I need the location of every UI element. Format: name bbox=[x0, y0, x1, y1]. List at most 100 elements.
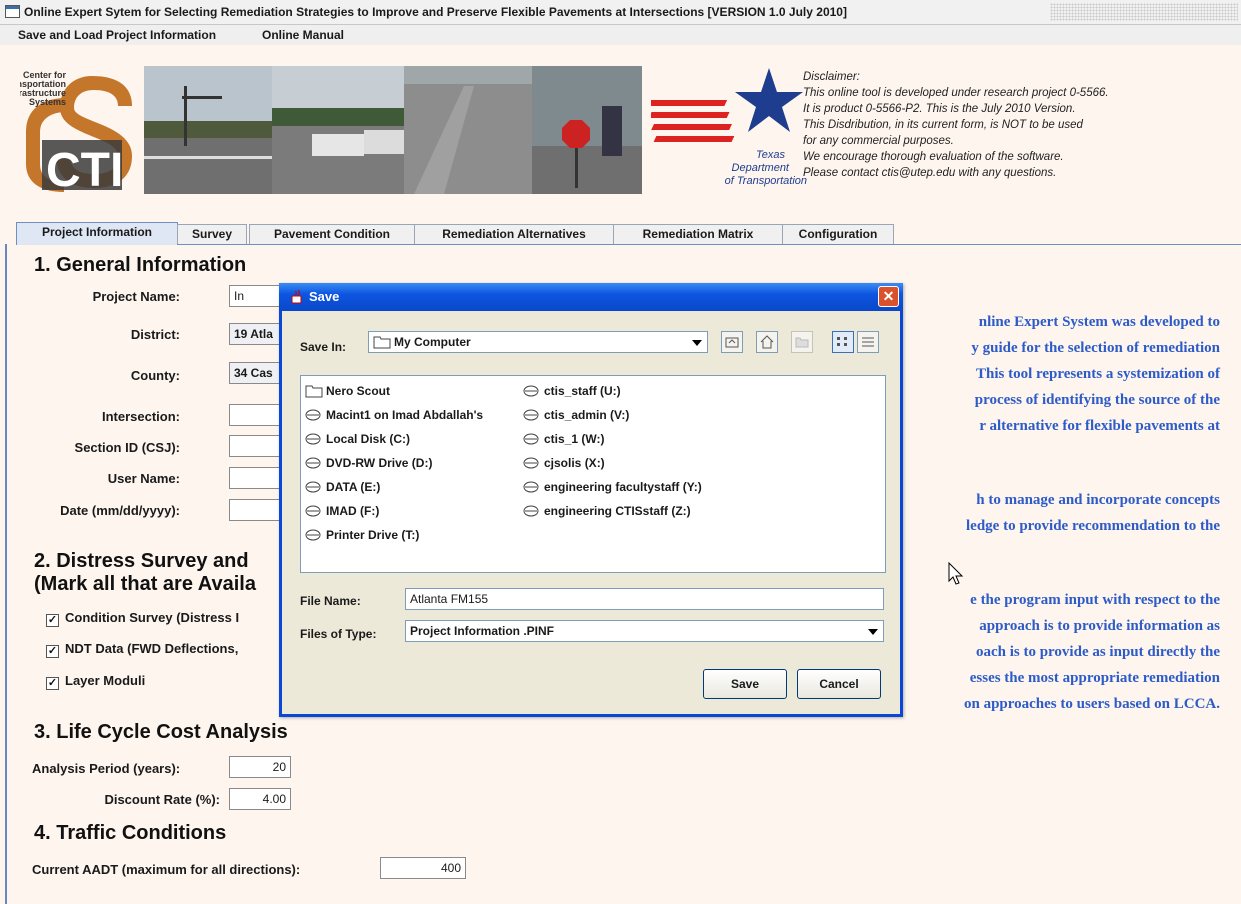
app-window: Online Expert Sytem for Selecting Remedi… bbox=[0, 0, 1241, 904]
disclaimer-line: We encourage thorough evaluation of the … bbox=[803, 151, 1064, 163]
tab-pavement-condition[interactable]: Pavement Condition bbox=[249, 224, 415, 244]
folder-icon bbox=[305, 385, 323, 398]
menu-save-load[interactable]: Save and Load Project Information bbox=[18, 28, 216, 42]
txdot-logo: Texas Department of Transportation bbox=[651, 68, 807, 187]
intersection-photo-1 bbox=[144, 66, 272, 194]
disclaimer-line: It is product 0-5566-P2. This is the Jul… bbox=[803, 103, 1076, 115]
chevron-down-icon bbox=[687, 332, 707, 352]
menu-online-manual[interactable]: Online Manual bbox=[262, 28, 344, 42]
file-label: Nero Scout bbox=[326, 384, 391, 398]
file-label: Macint1 on Imad Abdallah's bbox=[326, 408, 484, 422]
distress-heading-line1: 2. Distress Survey and bbox=[34, 550, 249, 572]
condition-survey-checkbox[interactable]: ✓ Condition Survey (Distress I bbox=[46, 610, 239, 627]
file-item[interactable]: ctis_1 (W:) bbox=[523, 432, 604, 446]
checkbox-label: Layer Moduli bbox=[65, 673, 146, 688]
file-item[interactable]: Nero Scout bbox=[305, 384, 390, 398]
file-type-label: Files of Type: bbox=[300, 627, 377, 641]
drive-icon bbox=[305, 433, 321, 445]
dialog-title: Save bbox=[309, 289, 340, 304]
disclaimer-line: for any commercial purposes. bbox=[803, 135, 954, 147]
traffic-heading: 4. Traffic Conditions bbox=[34, 822, 227, 844]
java-icon bbox=[291, 290, 302, 304]
drive-icon bbox=[305, 481, 321, 493]
save-button[interactable]: Save bbox=[703, 669, 787, 699]
file-label: ctis_1 (W:) bbox=[544, 432, 605, 446]
save-dialog: Save ✕ Save In: My Computer Nero Scout M… bbox=[279, 283, 903, 717]
file-item[interactable]: engineering CTISstaff (Z:) bbox=[523, 504, 691, 518]
lcca-heading: 3. Life Cycle Cost Analysis bbox=[34, 721, 288, 743]
analysis-period-label: Analysis Period (years): bbox=[32, 761, 181, 776]
intro-line: r alternative for flexible pavements at bbox=[979, 418, 1220, 434]
file-label: Printer Drive (T:) bbox=[326, 528, 420, 542]
discount-rate-input[interactable]: 4.00 bbox=[229, 788, 291, 810]
file-label: engineering facultystaff (Y:) bbox=[544, 480, 702, 494]
tab-survey[interactable]: Survey bbox=[177, 224, 247, 244]
ndt-data-checkbox[interactable]: ✓ NDT Data (FWD Deflections, bbox=[46, 641, 238, 658]
new-folder-button[interactable] bbox=[791, 331, 813, 353]
tab-project-information[interactable]: Project Information bbox=[16, 222, 178, 245]
disclaimer-line: Please contact ctis@utep.edu with any qu… bbox=[803, 167, 1057, 179]
tab-bar: Project Information Survey Pavement Cond… bbox=[16, 222, 1241, 245]
file-item[interactable]: cjsolis (X:) bbox=[523, 456, 605, 470]
drive-icon bbox=[305, 529, 321, 541]
file-name-input[interactable]: Atlanta FM155 bbox=[405, 588, 884, 610]
stop-sign-photo bbox=[532, 66, 642, 194]
up-folder-button[interactable] bbox=[721, 331, 743, 353]
aadt-label: Current AADT (maximum for all directions… bbox=[32, 862, 301, 877]
distress-heading-line2: (Mark all that are Availa bbox=[34, 573, 256, 595]
aadt-input[interactable]: 400 bbox=[380, 857, 466, 879]
new-folder-icon bbox=[795, 337, 809, 348]
tab-remediation-matrix[interactable]: Remediation Matrix bbox=[613, 224, 783, 244]
section-id-label: Section ID (CSJ): bbox=[74, 440, 180, 455]
dialog-title-bar: Save ✕ bbox=[279, 283, 903, 311]
home-button[interactable] bbox=[756, 331, 778, 353]
file-item[interactable]: DVD-RW Drive (D:) bbox=[305, 456, 432, 470]
file-item[interactable]: engineering facultystaff (Y:) bbox=[523, 480, 702, 494]
tab-remediation-alternatives[interactable]: Remediation Alternatives bbox=[414, 224, 614, 244]
district-label: District: bbox=[130, 327, 180, 342]
file-item[interactable]: Printer Drive (T:) bbox=[305, 528, 419, 542]
list-view-icon bbox=[837, 337, 847, 346]
drive-icon bbox=[305, 505, 321, 517]
txdot-line3: of Transportation bbox=[725, 175, 807, 187]
date-label: Date (mm/dd/yyyy): bbox=[60, 503, 180, 518]
disclaimer-line: This Disdribution, in its current form, … bbox=[803, 119, 1083, 131]
intro-line: esses the most appropriate remediation bbox=[969, 670, 1220, 686]
file-item[interactable]: Local Disk (C:) bbox=[305, 432, 410, 446]
discount-rate-label: Discount Rate (%): bbox=[104, 792, 220, 807]
check-icon: ✓ bbox=[46, 614, 59, 627]
intro-line: y guide for the selection of remediation bbox=[971, 340, 1220, 356]
disclaimer: Disclaimer: This online tool is develope… bbox=[803, 69, 1233, 181]
cancel-button[interactable]: Cancel bbox=[797, 669, 881, 699]
cti-logo-letters: CTI bbox=[46, 144, 123, 194]
file-label: ctis_admin (V:) bbox=[544, 408, 630, 422]
list-view-button[interactable] bbox=[832, 331, 854, 353]
file-item[interactable]: Macint1 on Imad Abdallah's bbox=[305, 408, 483, 422]
analysis-period-input[interactable]: 20 bbox=[229, 756, 291, 778]
mouse-pointer-icon bbox=[948, 562, 964, 585]
user-name-label: User Name: bbox=[107, 471, 180, 486]
drive-icon bbox=[523, 457, 539, 469]
layer-moduli-checkbox[interactable]: ✓ Layer Moduli bbox=[46, 673, 145, 690]
intro-line: on approaches to users based on LCCA. bbox=[963, 696, 1220, 712]
drive-icon bbox=[523, 505, 539, 517]
file-type-value: Project Information .PINF bbox=[410, 624, 555, 638]
details-view-button[interactable] bbox=[857, 331, 879, 353]
up-folder-icon bbox=[725, 337, 739, 348]
check-icon: ✓ bbox=[46, 645, 59, 658]
close-button[interactable]: ✕ bbox=[878, 286, 899, 307]
file-label: engineering CTISstaff (Z:) bbox=[544, 504, 691, 518]
intro-line: approach is to provide information as bbox=[979, 618, 1220, 634]
cti-logo: CTI Center for Transportation Infrastruc… bbox=[20, 70, 132, 194]
drive-icon bbox=[523, 409, 539, 421]
tab-configuration[interactable]: Configuration bbox=[782, 224, 894, 244]
panel-border bbox=[0, 244, 10, 904]
file-name-label: File Name: bbox=[300, 594, 361, 608]
file-item[interactable]: DATA (E:) bbox=[305, 480, 380, 494]
file-type-select[interactable]: Project Information .PINF bbox=[405, 620, 884, 642]
save-in-select[interactable]: My Computer bbox=[368, 331, 708, 353]
file-item[interactable]: IMAD (F:) bbox=[305, 504, 379, 518]
file-item[interactable]: ctis_staff (U:) bbox=[523, 384, 621, 398]
file-item[interactable]: ctis_admin (V:) bbox=[523, 408, 629, 422]
checkbox-label: Condition Survey (Distress I bbox=[65, 610, 240, 625]
